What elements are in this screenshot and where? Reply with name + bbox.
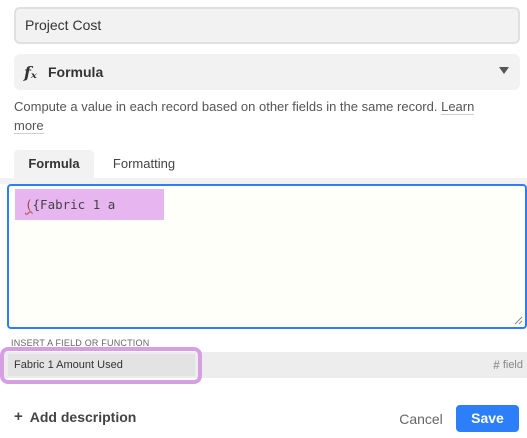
field-name-input[interactable]: Project Cost	[14, 7, 520, 44]
autocomplete-item-type: # field	[493, 358, 523, 372]
field-type-description: Compute a value in each record based on …	[14, 97, 484, 135]
formula-input-text: {Fabric 1 a	[32, 197, 116, 212]
add-description-button[interactable]: + Add description	[14, 408, 136, 425]
plus-icon: +	[14, 408, 23, 425]
formula-icon: fₓ	[24, 62, 37, 82]
field-type-select[interactable]: fₓ Formula	[14, 54, 520, 90]
field-type-label: Formula	[48, 64, 104, 80]
resize-handle-icon[interactable]	[514, 316, 523, 325]
formula-open-paren: (	[25, 197, 33, 212]
autocomplete-highlight-ring	[0, 347, 202, 384]
add-description-label: Add description	[29, 408, 137, 425]
hash-icon: #	[493, 358, 500, 372]
tab-formula[interactable]: Formula	[14, 150, 94, 178]
formula-text: ({Fabric 1 a	[25, 197, 115, 212]
autocomplete-item-type-label: field	[502, 359, 523, 371]
description-text: Compute a value in each record based on …	[14, 99, 438, 114]
formula-editor[interactable]: ({Fabric 1 a	[7, 184, 527, 329]
chevron-down-icon	[499, 67, 509, 74]
tab-formatting[interactable]: Formatting	[96, 150, 192, 178]
cancel-button[interactable]: Cancel	[388, 405, 454, 433]
editor-tabs: Formula Formatting	[0, 150, 527, 178]
save-button[interactable]: Save	[456, 405, 519, 432]
